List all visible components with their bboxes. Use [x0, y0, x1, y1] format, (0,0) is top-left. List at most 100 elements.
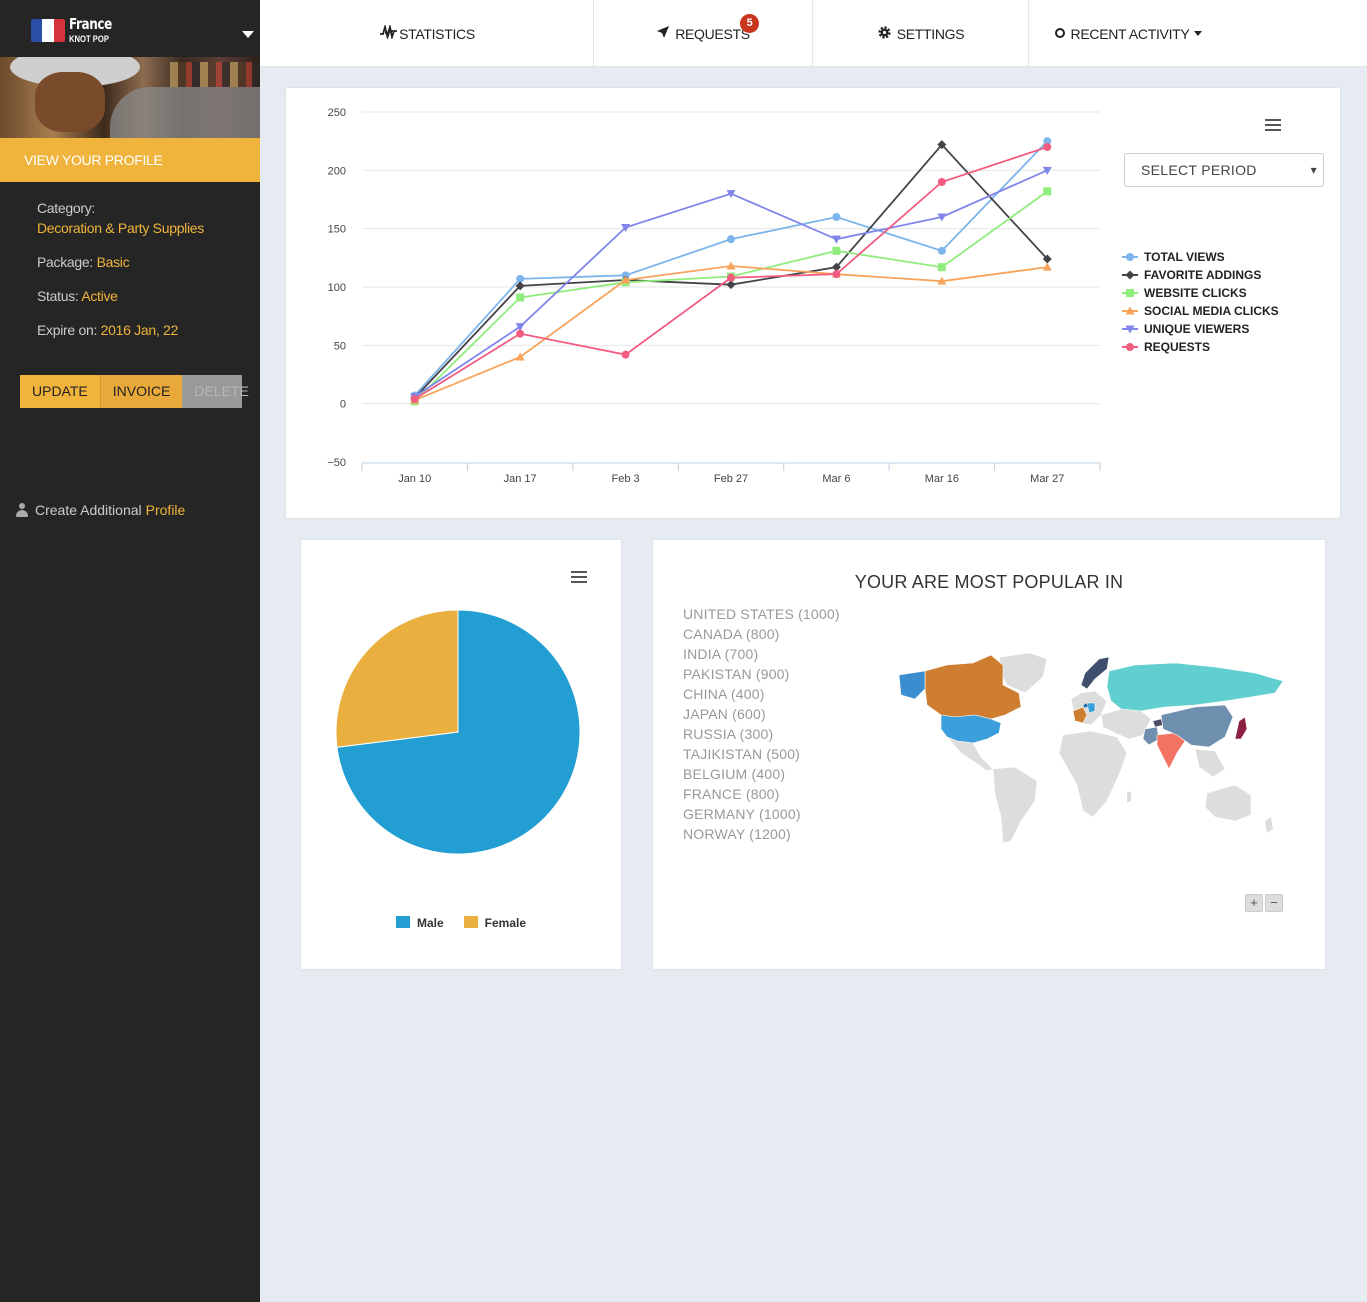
legend-symbol[interactable]	[1126, 343, 1134, 351]
gear-icon	[877, 25, 892, 43]
data-point[interactable]	[937, 246, 946, 255]
x-tick-label: Jan 10	[398, 473, 431, 485]
y-tick-label: 50	[334, 340, 346, 352]
data-point[interactable]	[1043, 143, 1052, 151]
view-profile-button[interactable]: VIEW YOUR PROFILE	[0, 138, 260, 182]
legend-item[interactable]: SOCIAL MEDIA CLICKS	[1122, 302, 1279, 320]
chart-menu-icon[interactable]	[1265, 119, 1281, 131]
data-point[interactable]	[410, 395, 419, 403]
paper-plane-icon	[656, 25, 670, 42]
country-list-item: FRANCE (800)	[683, 786, 780, 802]
country-list-item: RUSSIA (300)	[683, 726, 774, 742]
category-info: Category:	[37, 200, 95, 216]
tab-recent-activity[interactable]: RECENT ACTIVITY	[1029, 0, 1367, 67]
data-point[interactable]	[1043, 187, 1052, 196]
line-chart: 250 200 150 100 50 0 −50 Jan 10 Jan 17 Feb 3 Feb 2…	[327, 107, 1101, 485]
y-tick-label: 250	[328, 107, 346, 119]
data-point[interactable]	[1042, 262, 1052, 271]
create-additional-profile-link[interactable]: Create Additional Profile	[15, 502, 185, 518]
data-point[interactable]	[516, 329, 525, 338]
category-value: Decoration & Party Supplies	[37, 220, 204, 236]
pie-legend-label: Male	[416, 916, 444, 930]
data-point[interactable]	[832, 213, 841, 221]
flag-stripe-red	[53, 19, 65, 42]
requests-badge: 5	[740, 14, 759, 33]
tab-requests[interactable]: REQUESTS 5	[594, 0, 813, 67]
package-value: Basic	[96, 254, 130, 270]
legend-symbol[interactable]	[1126, 253, 1134, 261]
map-zoom-in-button[interactable]: +	[1245, 894, 1263, 912]
brand-header[interactable]: France KNOT POP	[0, 0, 260, 57]
data-point[interactable]	[832, 270, 841, 279]
map-title: YOUR ARE MOST POPULAR IN	[854, 572, 1124, 592]
status-info: Status: Active	[37, 288, 118, 304]
expire-info: Expire on: 2016 Jan, 22	[37, 322, 178, 338]
legend-swatch	[463, 916, 478, 928]
tab-statistics-label: STATISTICS	[399, 25, 475, 42]
data-point[interactable]	[937, 178, 946, 186]
data-point[interactable]	[621, 350, 630, 359]
chevron-down-icon	[1194, 31, 1203, 36]
legend-symbol[interactable]	[1125, 270, 1135, 280]
data-point[interactable]	[727, 273, 735, 282]
pie-legend-label: Female	[484, 916, 527, 930]
pie-chart	[335, 609, 581, 855]
legend-label: SOCIAL MEDIA CLICKS	[1144, 304, 1279, 318]
legend-label: WEBSITE CLICKS	[1144, 286, 1247, 300]
update-button[interactable]: UPDATE	[20, 375, 100, 408]
legend-marker-icon	[1122, 253, 1138, 261]
y-tick-label: 0	[340, 399, 346, 411]
x-tick-label: Feb 27	[714, 473, 748, 485]
legend-item[interactable]: WEBSITE CLICKS	[1122, 284, 1279, 302]
brand-title: France	[69, 15, 112, 33]
legend-label: TOTAL VIEWS	[1144, 250, 1225, 264]
country-list-item: CANADA (800)	[683, 626, 780, 642]
pie-slice[interactable]	[335, 609, 459, 748]
map-zoom-out-button[interactable]: −	[1265, 894, 1283, 912]
y-tick-label: 150	[328, 224, 346, 236]
legend-item[interactable]: FAVORITE ADDINGS	[1122, 266, 1279, 284]
pie-legend-item[interactable]: Female	[463, 916, 527, 930]
legend-swatch	[395, 916, 410, 928]
top-navigation: STATISTICS REQUESTS 5 SETTINGS RECENT AC…	[260, 0, 1367, 67]
country-list-item: PAKISTAN (900)	[683, 666, 790, 682]
tab-requests-label: REQUESTS	[675, 25, 750, 42]
chevron-down-icon[interactable]	[242, 31, 254, 38]
legend-marker-icon	[1122, 343, 1138, 351]
delete-button[interactable]: DELETE	[182, 375, 249, 408]
country-list: UNITED STATES (1000) CANADA (800) INDIA (7…	[683, 604, 840, 844]
country-list-item: NORWAY (1200)	[683, 826, 791, 842]
expire-label: Expire on:	[37, 322, 98, 338]
series-line[interactable]	[414, 143, 1048, 399]
statistics-chart-card: 250 200 150 100 50 0 −50 Jan 10 Jan 17 Feb 3 Feb 2…	[285, 87, 1341, 519]
popularity-map-card: YOUR ARE MOST POPULAR IN UNITED STATES (…	[652, 539, 1326, 970]
country-list-item: JAPAN (600)	[683, 706, 766, 722]
data-point[interactable]	[832, 246, 841, 255]
create-profile-value: Profile	[145, 502, 186, 518]
data-point[interactable]	[516, 293, 525, 302]
legend-label: UNIQUE VIEWERS	[1144, 322, 1250, 336]
france-flag-icon	[31, 19, 65, 42]
legend-item[interactable]: REQUESTS	[1122, 338, 1279, 356]
pie-legend-item[interactable]: Male	[395, 916, 444, 930]
data-point[interactable]	[937, 263, 946, 272]
legend-item[interactable]: TOTAL VIEWS	[1122, 248, 1279, 266]
data-point[interactable]	[727, 235, 735, 244]
tab-statistics-label-wrap[interactable]: STATISTICS	[260, 0, 594, 67]
country-list-item: INDIA (700)	[683, 646, 759, 662]
x-tick-label: Mar 27	[1030, 473, 1064, 485]
legend-label: REQUESTS	[1144, 340, 1211, 354]
data-point[interactable]	[831, 235, 841, 244]
select-period-dropdown[interactable]: SELECT PERIOD	[1124, 153, 1324, 187]
legend-symbol[interactable]	[1126, 289, 1134, 297]
country-list-item: BELGIUM (400)	[683, 766, 786, 782]
user-icon	[15, 502, 29, 518]
world-map[interactable]	[895, 645, 1295, 855]
profile-photo	[0, 57, 260, 138]
tab-settings[interactable]: SETTINGS	[813, 0, 1029, 67]
legend-item[interactable]: UNIQUE VIEWERS	[1122, 320, 1279, 338]
statistics-icon	[379, 23, 394, 42]
expire-value: 2016 Jan, 22	[100, 322, 179, 338]
flag-stripe-blue	[31, 19, 43, 42]
invoice-button[interactable]: INVOICE	[99, 375, 183, 408]
